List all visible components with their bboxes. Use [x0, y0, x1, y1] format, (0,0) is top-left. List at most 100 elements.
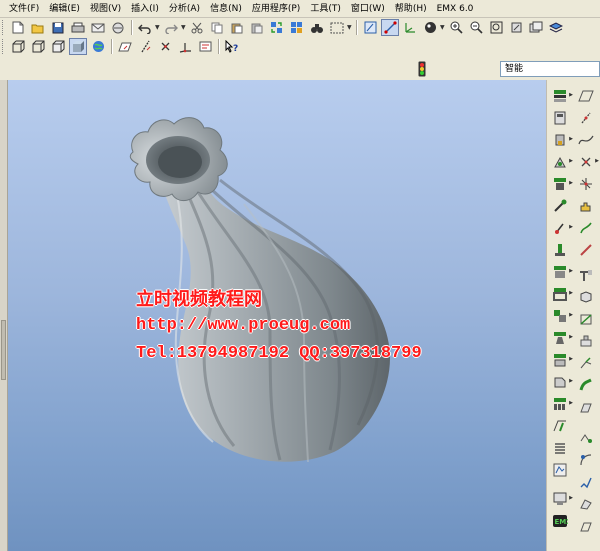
- datum-planes-toggle[interactable]: [116, 38, 134, 55]
- point-tool-button[interactable]: ▶: [549, 130, 573, 149]
- paste-special-button[interactable]: [248, 19, 266, 36]
- datum-points-toggle[interactable]: [156, 38, 174, 55]
- model-tree-button[interactable]: [89, 38, 107, 55]
- cut-button[interactable]: [188, 19, 206, 36]
- email-button[interactable]: [89, 19, 107, 36]
- layers-button[interactable]: [547, 19, 565, 36]
- axis-tool-button[interactable]: [549, 108, 571, 127]
- extrude-tool-button[interactable]: ▶: [549, 174, 573, 193]
- no-hidden-button[interactable]: [49, 38, 67, 55]
- left-panel-handle[interactable]: [0, 80, 8, 551]
- sketch-button[interactable]: [361, 19, 379, 36]
- coord-sys-display-toggle[interactable]: [401, 19, 419, 36]
- rib-tool-button[interactable]: ▶: [549, 306, 573, 325]
- datum-ref-button[interactable]: [575, 309, 597, 328]
- datum-point-sketch-button[interactable]: [575, 240, 597, 259]
- menu-edit[interactable]: 编辑(E): [44, 0, 85, 18]
- hidden-line-button[interactable]: [29, 38, 47, 55]
- shell-tool-button[interactable]: ▶: [549, 284, 573, 303]
- new-button[interactable]: [9, 19, 27, 36]
- menu-applications[interactable]: 应用程序(P): [247, 0, 305, 18]
- save-button[interactable]: [49, 19, 67, 36]
- toolbar-grip[interactable]: [2, 39, 5, 54]
- toroidal-bend-button[interactable]: [575, 472, 597, 491]
- menu-emx[interactable]: EMX 6.0: [432, 0, 479, 18]
- paste-button[interactable]: [228, 19, 246, 36]
- copy-button[interactable]: [208, 19, 226, 36]
- analysis-feature-button[interactable]: [575, 196, 597, 215]
- selection-filter-select[interactable]: 智能: [500, 61, 600, 77]
- refit-button[interactable]: [487, 19, 505, 36]
- draft-tool-button[interactable]: ▶: [549, 328, 573, 347]
- select-box-button[interactable]: [328, 19, 346, 36]
- saved-views-button[interactable]: [527, 19, 545, 36]
- extend-tool-button[interactable]: [575, 353, 597, 372]
- csys-tool-button[interactable]: ▶: [549, 152, 573, 171]
- warp-tool-button[interactable]: [575, 450, 597, 469]
- sketched-curve-button[interactable]: [575, 130, 597, 149]
- context-help-button[interactable]: ?: [223, 38, 241, 55]
- redo-dropdown-icon[interactable]: ▼: [181, 24, 187, 31]
- thicken-tool-button[interactable]: [575, 375, 597, 394]
- menu-info[interactable]: 信息(N): [205, 0, 247, 18]
- emx-tool-button[interactable]: EMX: [549, 511, 571, 530]
- menu-tools[interactable]: 工具(T): [305, 0, 346, 18]
- zoom-out-button[interactable]: [467, 19, 485, 36]
- print-button[interactable]: [69, 19, 87, 36]
- merge-tool-button[interactable]: [549, 438, 571, 457]
- shading-button[interactable]: [69, 38, 87, 55]
- regenerate-button[interactable]: [268, 19, 286, 36]
- send-button[interactable]: [109, 19, 127, 36]
- regenerate-manager-button[interactable]: [288, 19, 306, 36]
- undo-dropdown-icon[interactable]: ▼: [155, 24, 161, 31]
- trim-tool-button[interactable]: [549, 460, 571, 479]
- revolve-tool-button[interactable]: [549, 196, 571, 215]
- mirror-tool-button[interactable]: [549, 416, 571, 435]
- round-tool-button[interactable]: ▶: [549, 350, 573, 369]
- coord-systems-toggle[interactable]: [176, 38, 194, 55]
- flatten-quilt-button[interactable]: [575, 516, 597, 535]
- chamfer-tool-button[interactable]: ▶: [549, 372, 573, 391]
- offset-tool-button[interactable]: ▶: [549, 489, 573, 508]
- csys-button[interactable]: [575, 174, 597, 193]
- reorient-button[interactable]: [507, 19, 525, 36]
- menu-help[interactable]: 帮助(H): [390, 0, 432, 18]
- datum-plane-display-toggle[interactable]: [381, 19, 399, 36]
- edit-feature-button[interactable]: [575, 265, 597, 284]
- menu-window[interactable]: 窗口(W): [346, 0, 390, 18]
- hole-tool-button[interactable]: ▶: [549, 262, 573, 281]
- datum-plane-tool-button[interactable]: ▶: [549, 86, 573, 105]
- feature-op-button[interactable]: [575, 287, 597, 306]
- graphics-window[interactable]: 立时视频教程网 http://www.proeug.com Tel:137949…: [8, 80, 546, 551]
- zoom-in-button[interactable]: [447, 19, 465, 36]
- annotations-toggle[interactable]: [196, 38, 214, 55]
- datum-axis-button[interactable]: [575, 108, 597, 127]
- sash-grip[interactable]: [1, 320, 6, 380]
- offset-icon: [553, 492, 567, 505]
- regeneration-status-icon[interactable]: [418, 61, 426, 77]
- menu-file[interactable]: 文件(F): [4, 0, 44, 18]
- pattern-tool-button[interactable]: ▶: [549, 394, 573, 413]
- blend-tool-button[interactable]: [549, 240, 571, 259]
- redo-button[interactable]: [162, 19, 180, 36]
- datum-axes-toggle[interactable]: [136, 38, 154, 55]
- find-button[interactable]: [308, 19, 326, 36]
- spin-center-button[interactable]: [421, 19, 439, 36]
- display-style-dropdown-icon[interactable]: ▼: [440, 24, 446, 31]
- undo-button[interactable]: [136, 19, 154, 36]
- toolbar-grip[interactable]: [2, 20, 5, 35]
- plane-tool-button[interactable]: [575, 86, 597, 105]
- menu-analysis[interactable]: 分析(A): [164, 0, 205, 18]
- sweep-tool-button[interactable]: ▶: [549, 218, 573, 237]
- solidify-tool-button[interactable]: [575, 397, 597, 416]
- wireframe-button[interactable]: [9, 38, 27, 55]
- menu-view[interactable]: 视图(V): [85, 0, 126, 18]
- datum-curve-button[interactable]: [575, 218, 597, 237]
- spinal-bend-button[interactable]: [575, 494, 597, 513]
- open-button[interactable]: [29, 19, 47, 36]
- menu-insert[interactable]: 插入(I): [126, 0, 164, 18]
- datum-point-button[interactable]: ▶: [575, 152, 599, 171]
- pattern-axis-button[interactable]: [575, 428, 597, 447]
- select-dropdown-icon[interactable]: ▼: [347, 24, 353, 31]
- intersect-tool-button[interactable]: [575, 331, 597, 350]
